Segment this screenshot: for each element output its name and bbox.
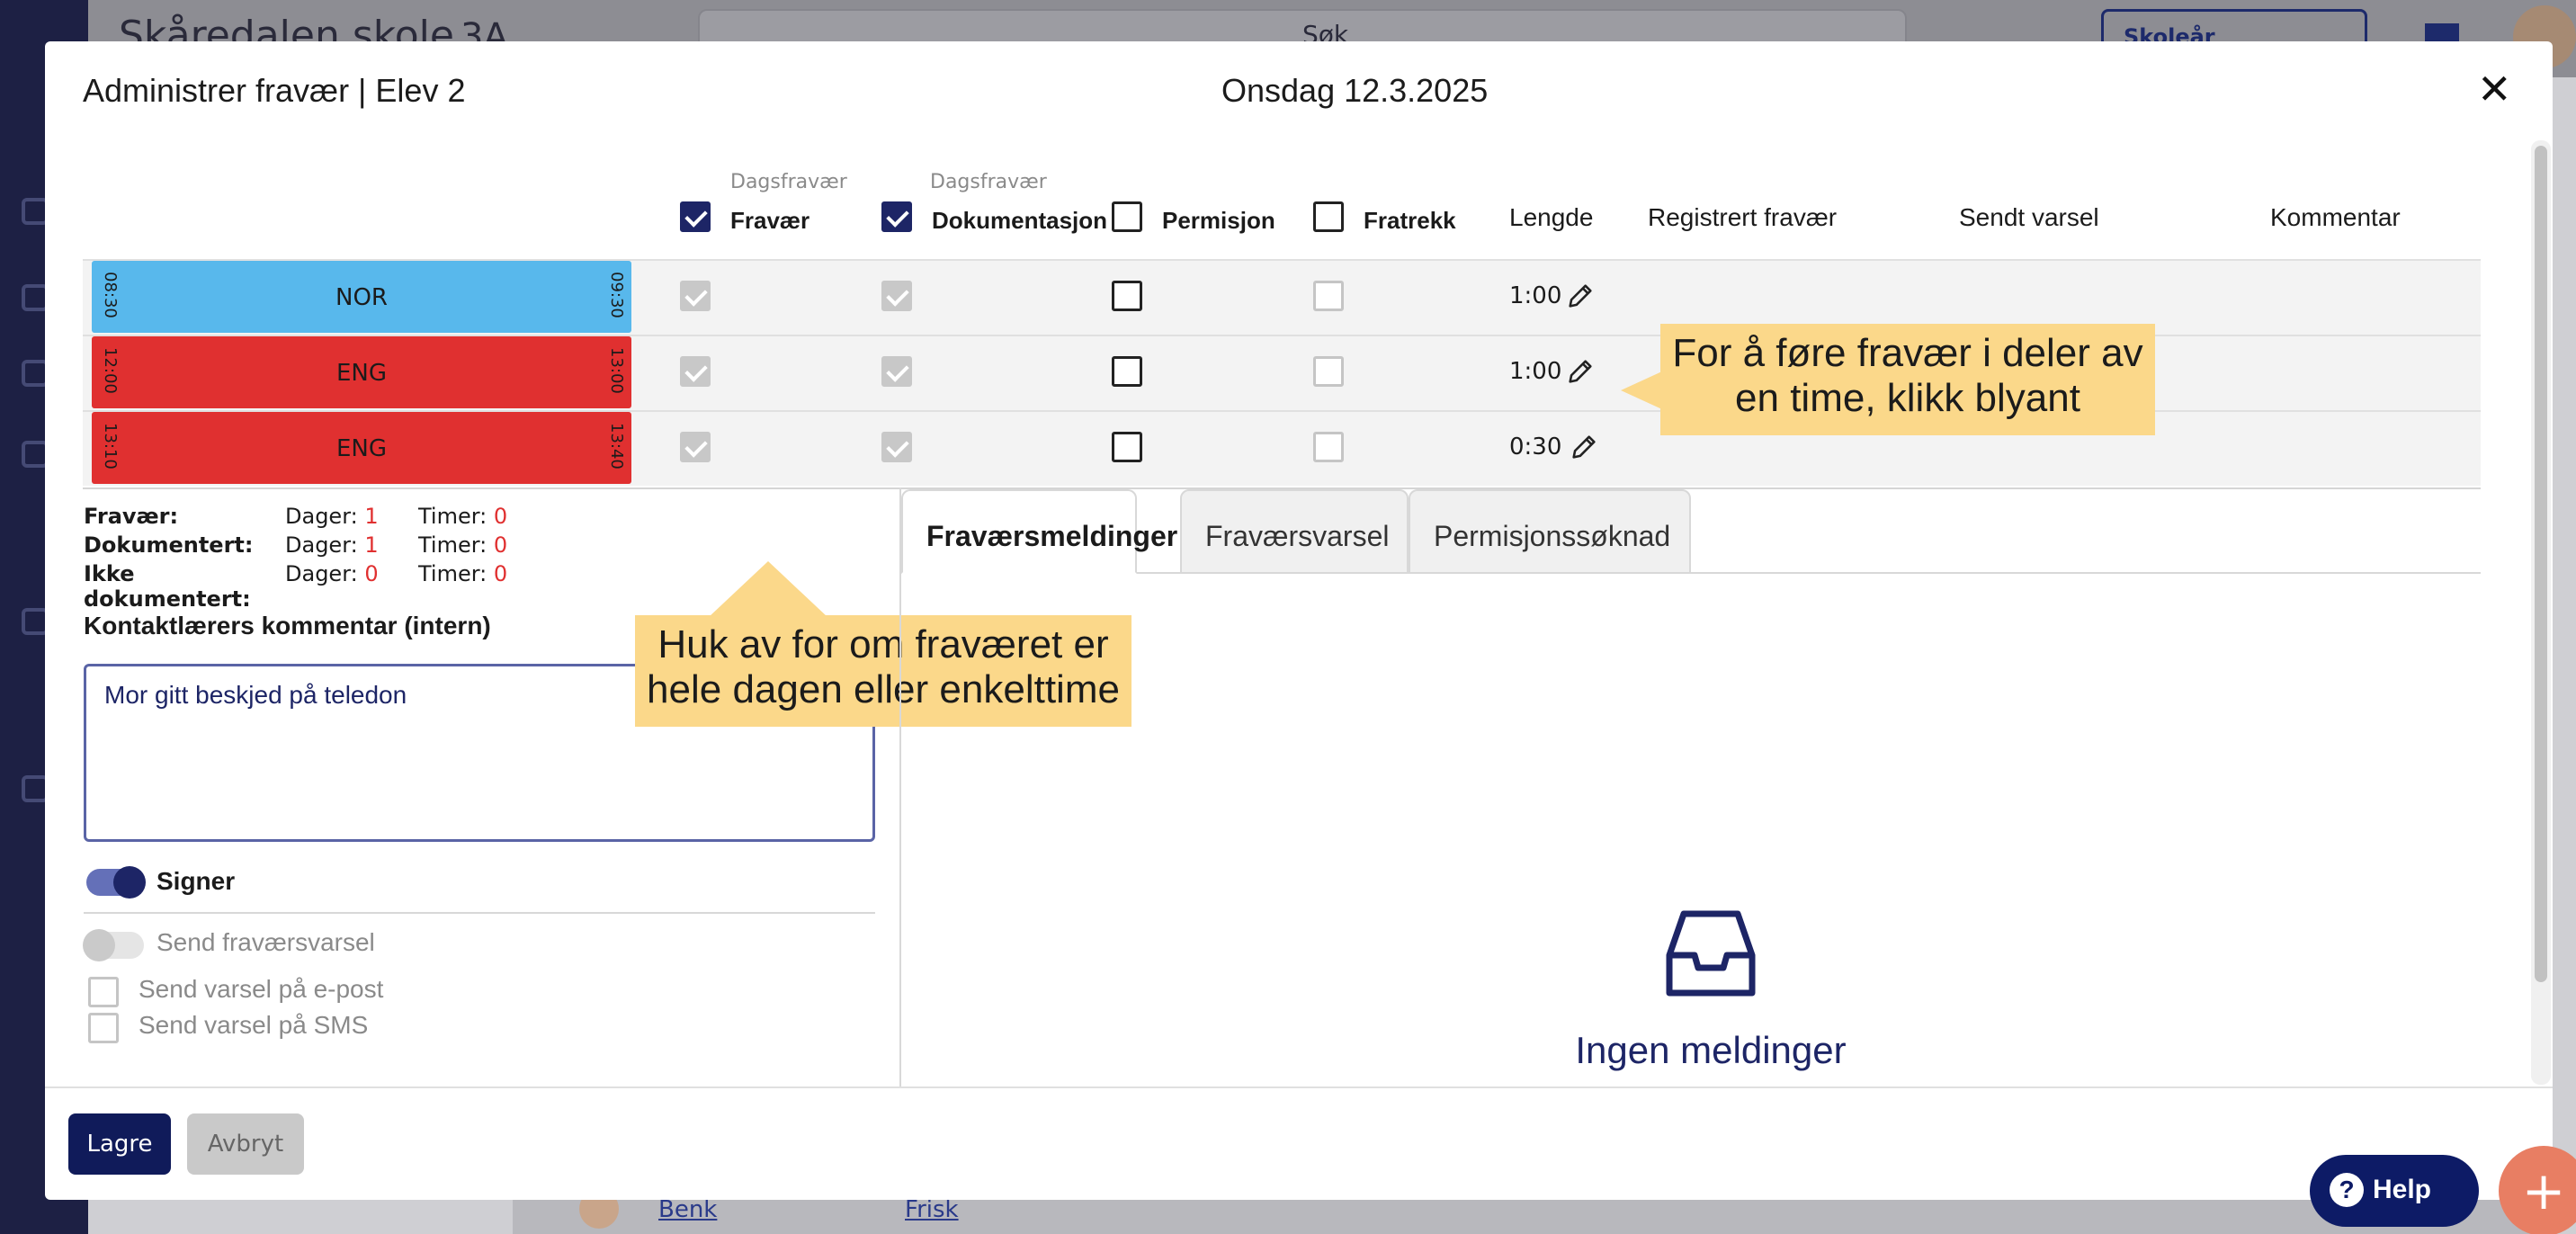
empty-state-text: Ingen meldinger <box>1575 1029 1847 1071</box>
sendt-header: Sendt varsel <box>1959 203 2099 231</box>
lesson-end-time: 13:40 <box>607 423 626 469</box>
pencil-icon[interactable] <box>1569 432 1599 462</box>
stats-label: Fravær: <box>84 504 179 529</box>
scrollbar-thumb[interactable] <box>2535 146 2547 982</box>
dokumentasjon-checkbox[interactable] <box>881 356 912 387</box>
kommentar-header: Kommentar <box>2270 203 2401 231</box>
save-button[interactable]: Lagre <box>68 1113 171 1175</box>
dokumentasjon-checkbox[interactable] <box>881 281 912 311</box>
tab-fravaersvarsel[interactable]: Fraværsvarsel <box>1180 489 1409 574</box>
pencil-tooltip-line1: For å føre fravær i deler av <box>1672 331 2143 375</box>
lesson-length: 1:00 <box>1509 282 1562 309</box>
timer-value: 0 <box>493 532 508 558</box>
permisjon-checkbox[interactable] <box>1112 432 1142 462</box>
pencil-tooltip-line2: en time, klikk blyant <box>1735 376 2080 421</box>
epost-checkbox[interactable] <box>88 977 119 1007</box>
stats-label: Ikke dokumentert: <box>84 561 251 612</box>
fravaer-header: Fravær <box>730 207 810 234</box>
toggle-knob <box>113 866 146 899</box>
lesson-length: 1:00 <box>1509 358 1562 385</box>
dagsfravaer-sublabel-2: Dagsfravær <box>930 171 1047 193</box>
dager-value: 1 <box>364 504 379 529</box>
signer-toggle[interactable] <box>86 866 146 899</box>
dokumentasjon-header: Dokumentasjon <box>932 207 1108 234</box>
fratrekk-header: Fratrekk <box>1364 207 1456 234</box>
absence-modal: Administrer fravær | Elev 2 Onsdag 12.3.… <box>45 41 2553 1200</box>
permisjon-checkbox[interactable] <box>1112 356 1142 387</box>
timer-label: Timer: <box>418 561 487 586</box>
pencil-icon[interactable] <box>1565 356 1596 387</box>
checkbox-tooltip-line1: Huk av for om fraværet er <box>657 622 1109 666</box>
dager-value: 1 <box>364 532 379 558</box>
stats-ikke-dokumentert: Ikke dokumentert: Dager: 0 Timer: 0 <box>84 561 533 612</box>
tab-permisjonssoknad[interactable]: Permisjonssøknad <box>1409 489 1691 574</box>
close-button[interactable]: ✕ <box>2477 68 2512 110</box>
fratrekk-all-checkbox[interactable] <box>1313 201 1344 232</box>
fratrekk-checkbox[interactable] <box>1313 281 1344 311</box>
stats-fravaer: Fravær: Dager: 1 Timer: 0 <box>84 504 533 531</box>
fravaer-all-checkbox[interactable] <box>680 201 711 232</box>
sms-label: Send varsel på SMS <box>139 1011 369 1039</box>
row-name-link[interactable]: Benk <box>658 1196 717 1223</box>
fravaer-checkbox[interactable] <box>680 356 711 387</box>
modal-date: Onsdag 12.3.2025 <box>1221 72 1489 109</box>
checkbox-tooltip: Huk av for om fraværet er hele dagen ell… <box>635 615 1131 727</box>
row-status-link[interactable]: Frisk <box>905 1196 959 1223</box>
fratrekk-checkbox[interactable] <box>1313 356 1344 387</box>
comment-label: Kontaktlærers kommentar (intern) <box>84 612 491 639</box>
stats-dokumentert: Dokumentert: Dager: 1 Timer: 0 <box>84 532 533 559</box>
dager-label: Dager: <box>285 532 358 558</box>
timer-value: 0 <box>493 561 508 586</box>
options-divider <box>84 912 875 914</box>
lesson-end-time: 09:30 <box>607 272 626 318</box>
stats-label: Dokumentert: <box>84 532 254 558</box>
tooltip-arrow <box>1621 371 1664 410</box>
lesson-subject: ENG <box>335 435 388 462</box>
pencil-icon[interactable] <box>1565 281 1596 311</box>
dager-label: Dager: <box>285 561 358 586</box>
dokumentasjon-checkbox[interactable] <box>881 432 912 462</box>
signer-label: Signer <box>157 867 236 895</box>
dager-label: Dager: <box>285 504 358 529</box>
send-varsel-toggle[interactable] <box>83 929 144 961</box>
lesson-block: 12:00 ENG 13:00 <box>92 336 631 408</box>
footer-divider <box>45 1086 2553 1088</box>
lesson-block: 13:10 ENG 13:40 <box>92 412 631 484</box>
panel-divider <box>899 487 901 1086</box>
fratrekk-checkbox[interactable] <box>1313 432 1344 462</box>
help-icon: ? <box>2330 1173 2364 1207</box>
dagsfravaer-sublabel: Dagsfravær <box>730 171 847 193</box>
fravaer-checkbox[interactable] <box>680 432 711 462</box>
dokumentasjon-all-checkbox[interactable] <box>881 201 912 232</box>
permisjon-header: Permisjon <box>1162 207 1275 234</box>
timer-value: 0 <box>493 504 508 529</box>
permisjon-all-checkbox[interactable] <box>1112 201 1142 232</box>
lesson-length: 0:30 <box>1509 434 1562 461</box>
epost-label: Send varsel på e-post <box>139 975 384 1003</box>
help-label: Help <box>2373 1175 2432 1204</box>
checkbox-tooltip-line2: hele dagen eller enkelttime <box>647 667 1120 712</box>
timer-label: Timer: <box>418 504 487 529</box>
lengde-header: Lengde <box>1509 203 1594 231</box>
send-varsel-label: Send fraværsvarsel <box>157 928 375 956</box>
lesson-subject: ENG <box>335 360 388 387</box>
fravaer-checkbox[interactable] <box>680 281 711 311</box>
pencil-tooltip: For å føre fravær i deler av en time, kl… <box>1660 324 2155 435</box>
tooltip-arrow <box>709 561 827 617</box>
sms-checkbox[interactable] <box>88 1013 119 1043</box>
registrert-header: Registrert fravær <box>1648 203 1838 231</box>
timer-label: Timer: <box>418 532 487 558</box>
add-button[interactable]: + <box>2499 1146 2576 1234</box>
toggle-knob <box>83 929 115 961</box>
help-button[interactable]: ? Help <box>2310 1155 2479 1227</box>
tab-fravaersmeldinger[interactable]: Fraværsmeldinger <box>901 489 1177 574</box>
lesson-subject: NOR <box>335 284 388 311</box>
dager-value: 0 <box>364 561 379 586</box>
modal-title: Administrer fravær | Elev 2 <box>83 72 466 109</box>
lesson-end-time: 13:00 <box>607 347 626 394</box>
cancel-button[interactable]: Avbryt <box>187 1113 304 1175</box>
inbox-icon <box>1666 910 1756 997</box>
lesson-block: 08:30 NOR 09:30 <box>92 261 631 333</box>
permisjon-checkbox[interactable] <box>1112 281 1142 311</box>
